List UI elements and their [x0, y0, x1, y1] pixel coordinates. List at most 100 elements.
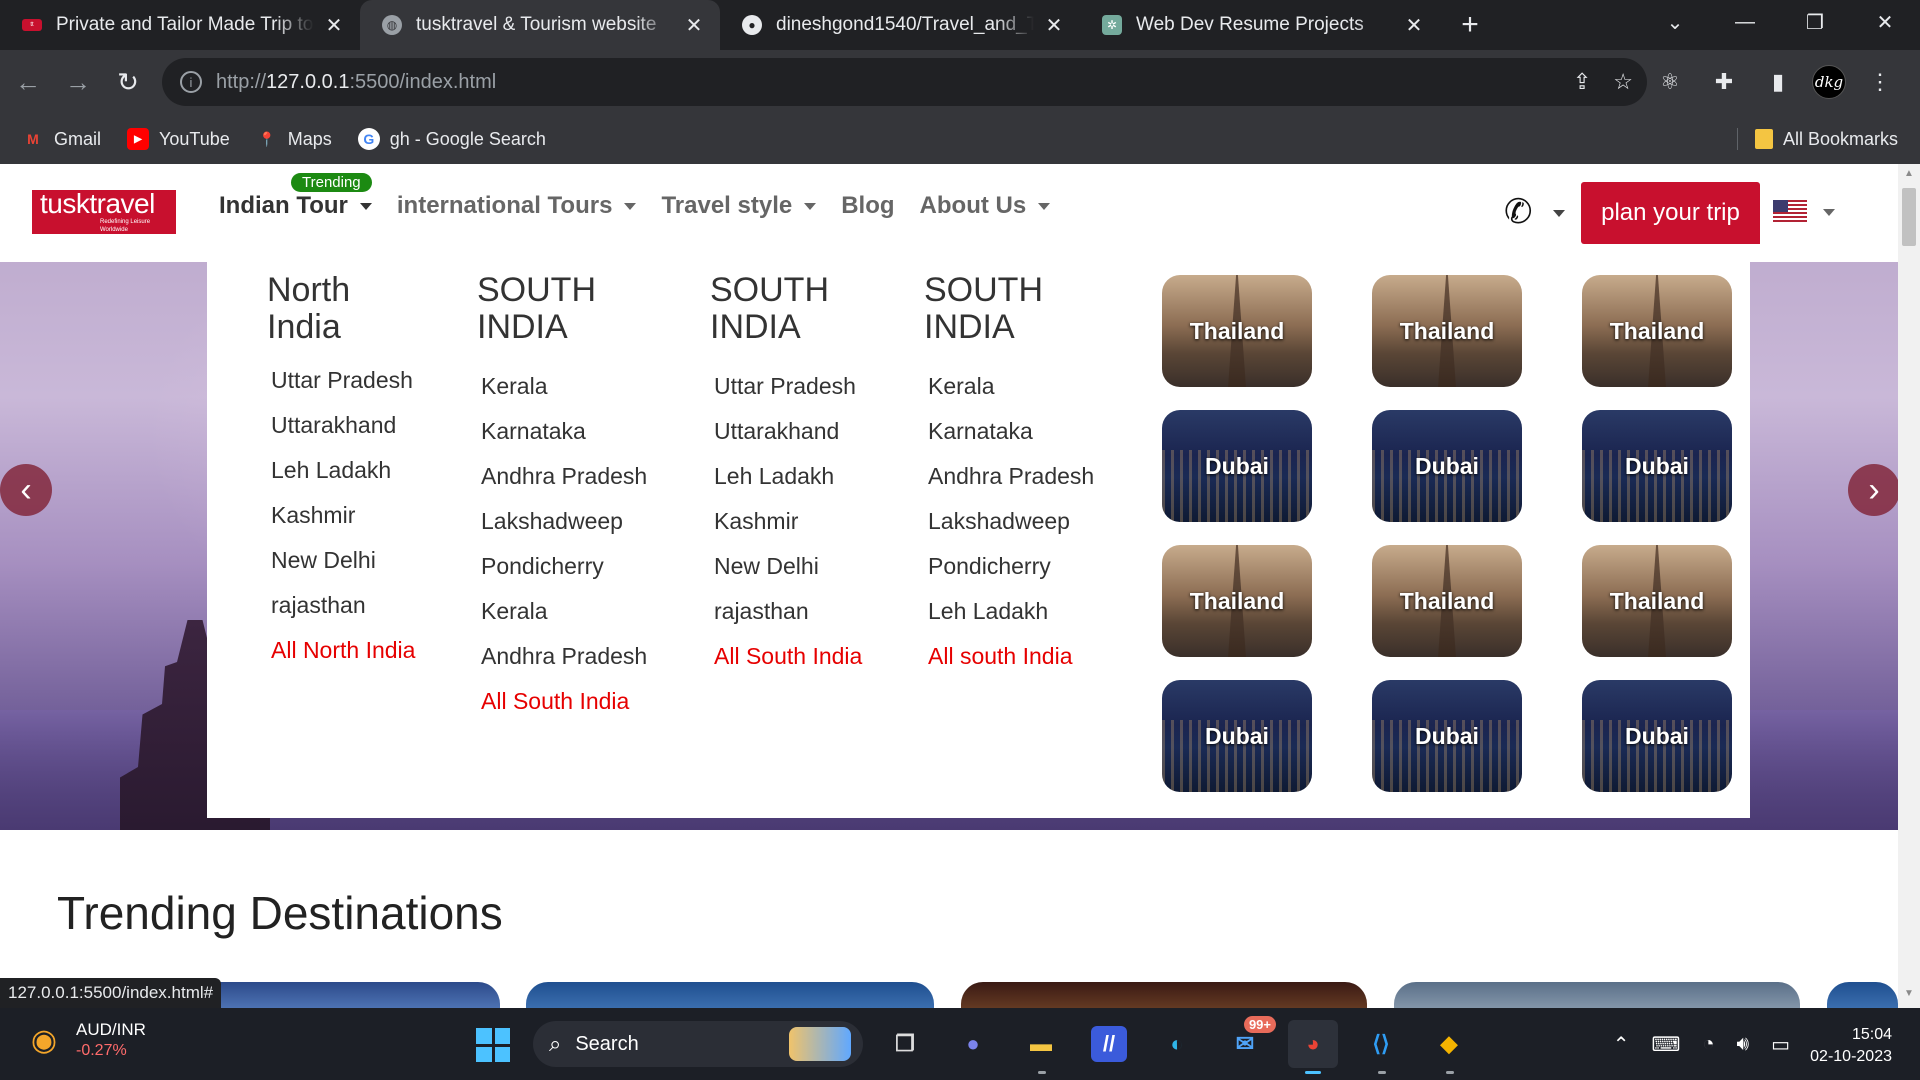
destination-card-dubai[interactable]: Dubai [1372, 410, 1522, 522]
menu-link[interactable]: Leh Ladakh [267, 448, 457, 493]
bookmark-google-search[interactable]: Ggh - Google Search [357, 128, 546, 150]
menu-link[interactable]: Kerala [477, 589, 677, 634]
profile-avatar[interactable]: dkg [1812, 65, 1846, 99]
carousel-next-button[interactable]: › [1848, 464, 1898, 516]
menu-link[interactable]: Karnataka [477, 409, 677, 454]
page-scrollbar[interactable]: ▲ ▼ [1898, 164, 1920, 1008]
minimize-button[interactable]: — [1710, 0, 1780, 44]
bookmark-youtube[interactable]: ▶ YouTube [127, 128, 230, 150]
menu-link[interactable]: Andhra Pradesh [477, 454, 677, 499]
menu-link[interactable]: Uttar Pradesh [710, 364, 910, 409]
menu-link[interactable]: Lakshadweep [477, 499, 677, 544]
back-button[interactable]: ← [6, 60, 50, 104]
menu-link[interactable]: Kerala [477, 364, 677, 409]
us-flag-icon[interactable] [1773, 200, 1807, 224]
scroll-up-icon[interactable]: ▲ [1898, 168, 1920, 186]
carousel-prev-button[interactable]: ‹ [0, 464, 52, 516]
all-south-india-link[interactable]: All South India [710, 634, 910, 679]
mail-icon[interactable]: ✉ 99+ [1220, 1016, 1276, 1068]
destination-card-thailand[interactable]: Thailand [1582, 545, 1732, 657]
destination-card-thailand[interactable]: Thailand [1162, 275, 1312, 387]
git-icon[interactable]: ◆ [1424, 1020, 1474, 1074]
tusktravel-logo[interactable]: tusktravel Redefining Leisure Worldwide [32, 190, 176, 234]
nav-indian-tour[interactable]: Trending Indian Tour [219, 173, 372, 220]
plan-your-trip-button[interactable]: plan your trip [1581, 182, 1760, 244]
destination-card-dubai[interactable]: Dubai [1372, 680, 1522, 792]
all-north-india-link[interactable]: All North India [267, 628, 457, 673]
trending-card[interactable] [1394, 982, 1800, 1008]
menu-link[interactable]: Leh Ladakh [924, 589, 1124, 634]
forward-button[interactable]: → [56, 60, 100, 104]
all-bookmarks[interactable]: All Bookmarks [1754, 114, 1898, 164]
share-icon[interactable]: ⇪ [1573, 69, 1591, 95]
tab-search-icon[interactable]: ⌄ [1640, 0, 1710, 44]
browser-tab[interactable]: ✲ Web Dev Resume Projects ✕ [1080, 0, 1440, 50]
new-tab-button[interactable]: + [1448, 0, 1492, 50]
caret-down-icon[interactable] [1823, 209, 1835, 216]
vscode-icon[interactable]: ⟨⟩ [1356, 1020, 1406, 1074]
trending-card[interactable] [1827, 982, 1898, 1008]
windows-start-icon[interactable] [476, 1028, 510, 1062]
scroll-down-icon[interactable]: ▼ [1898, 988, 1920, 1006]
site-info-icon[interactable]: i [180, 71, 202, 93]
destination-card-thailand[interactable]: Thailand [1372, 545, 1522, 657]
keyboard-icon[interactable]: ⌨ [1652, 1032, 1681, 1057]
menu-link[interactable]: Kashmir [267, 493, 457, 538]
nav-about-us[interactable]: About Us [920, 192, 1051, 220]
reload-button[interactable]: ↻ [106, 60, 150, 104]
menu-link[interactable]: Uttarakhand [267, 403, 457, 448]
menu-link[interactable]: Andhra Pradesh [924, 454, 1124, 499]
menu-link[interactable]: Pondicherry [924, 544, 1124, 589]
side-panel-icon[interactable]: ▮ [1758, 62, 1798, 102]
menu-link[interactable]: rajasthan [710, 589, 910, 634]
menu-link[interactable]: Lakshadweep [924, 499, 1124, 544]
taskbar-clock[interactable]: 15:04 02-10-2023 [1810, 1024, 1892, 1068]
task-view-icon[interactable]: ❐ [880, 1020, 930, 1068]
menu-link[interactable]: Pondicherry [477, 544, 677, 589]
caret-down-icon[interactable] [1553, 210, 1565, 217]
menu-link[interactable]: Leh Ladakh [710, 454, 910, 499]
battery-icon[interactable]: ▭ [1771, 1032, 1790, 1057]
menu-link[interactable]: Kerala [924, 364, 1124, 409]
file-explorer-icon[interactable]: ▬ [1016, 1020, 1066, 1074]
trending-card[interactable] [526, 982, 934, 1008]
chrome-icon[interactable]: ◕ [1288, 1020, 1338, 1074]
all-south-india-link[interactable]: All South India [477, 679, 677, 724]
all-south-india-link[interactable]: All south India [924, 634, 1124, 679]
extensions-icon[interactable]: ✚ [1704, 62, 1744, 102]
volume-icon[interactable]: 🔊︎ [1736, 1033, 1749, 1056]
address-bar[interactable]: i http://127.0.0.1:5500/index.html ⇪ ☆ [162, 58, 1647, 106]
menu-link[interactable]: New Delhi [710, 544, 910, 589]
destination-card-dubai[interactable]: Dubai [1582, 680, 1732, 792]
kebab-menu-icon[interactable]: ⋮ [1860, 62, 1900, 102]
destination-card-thailand[interactable]: Thailand [1162, 545, 1312, 657]
sway-icon[interactable]: // [1091, 1026, 1127, 1062]
menu-link[interactable]: Andhra Pradesh [477, 634, 677, 679]
destination-card-dubai[interactable]: Dubai [1582, 410, 1732, 522]
bookmark-star-icon[interactable]: ☆ [1613, 69, 1633, 95]
trending-card[interactable] [961, 982, 1367, 1008]
close-window-button[interactable]: ✕ [1850, 0, 1920, 44]
browser-tab[interactable]: ● dineshgond1540/Travel_and_To ✕ [720, 0, 1080, 50]
edge-icon[interactable]: ◐ [1152, 1020, 1202, 1068]
destination-card-thailand[interactable]: Thailand [1372, 275, 1522, 387]
bookmark-maps[interactable]: 📍 Maps [256, 128, 332, 150]
menu-link[interactable]: Karnataka [924, 409, 1124, 454]
chevron-up-icon[interactable]: ⌃ [1613, 1032, 1630, 1057]
phone-icon[interactable]: ✆ [1504, 192, 1544, 232]
menu-link[interactable]: rajasthan [267, 583, 457, 628]
taskbar-search[interactable]: ⌕ Search [533, 1021, 863, 1067]
browser-tab-active[interactable]: ◍ tusktravel & Tourism website ✕ [360, 0, 720, 50]
menu-link[interactable]: Uttarakhand [710, 409, 910, 454]
menu-link[interactable]: Uttar Pradesh [267, 358, 457, 403]
close-icon[interactable]: ✕ [322, 13, 346, 37]
nav-blog[interactable]: Blog [841, 192, 894, 220]
close-icon[interactable]: ✕ [1042, 13, 1066, 37]
meet-chat-icon[interactable]: ● [948, 1020, 998, 1068]
menu-link[interactable]: New Delhi [267, 538, 457, 583]
destination-card-thailand[interactable]: Thailand [1582, 275, 1732, 387]
destination-card-dubai[interactable]: Dubai [1162, 680, 1312, 792]
react-devtools-icon[interactable]: ⚛ [1650, 62, 1690, 102]
close-icon[interactable]: ✕ [1402, 13, 1426, 37]
close-icon[interactable]: ✕ [682, 13, 706, 37]
